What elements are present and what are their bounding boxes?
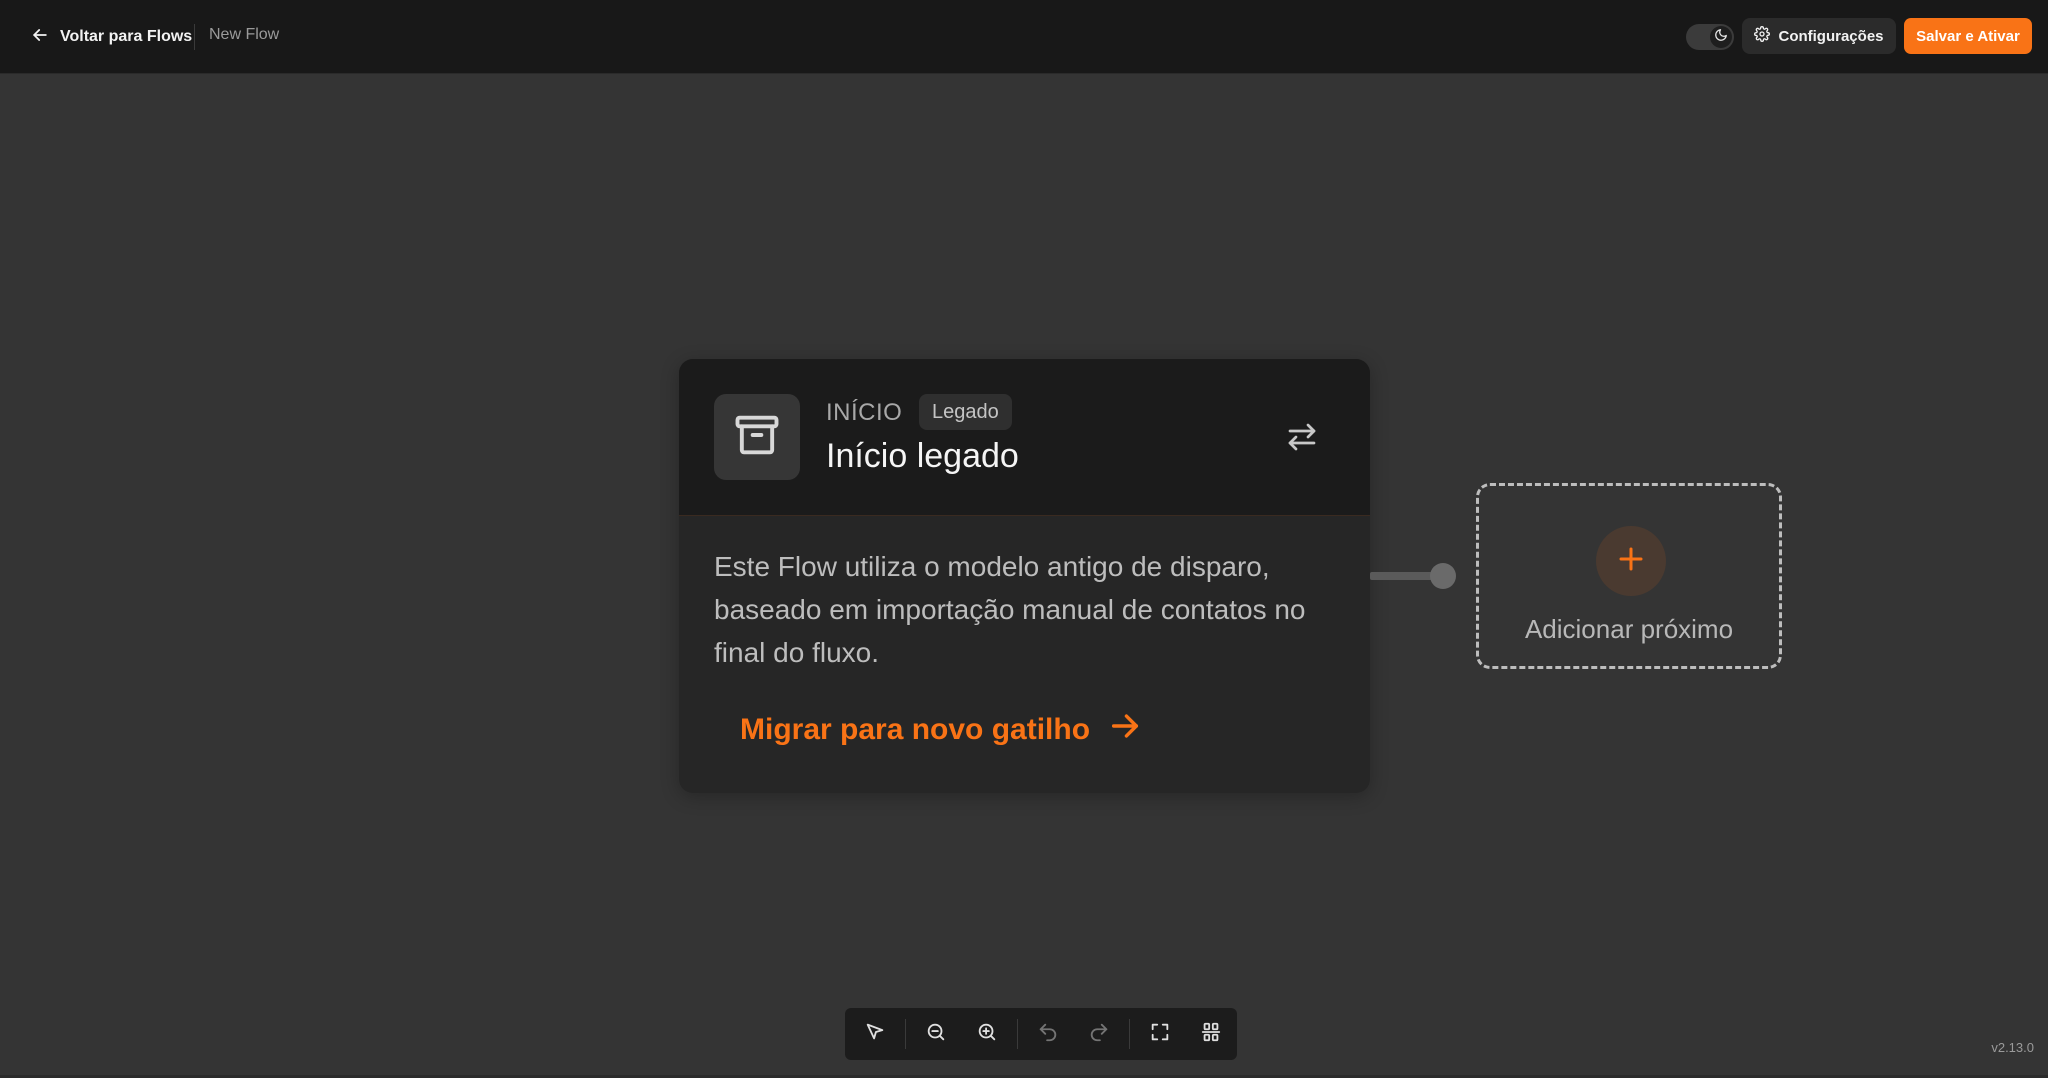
flow-name: New Flow (209, 26, 280, 43)
undo-icon (1037, 1021, 1059, 1048)
toolbar-separator (905, 1019, 906, 1049)
node-description: Este Flow utiliza o modelo antigo de dis… (714, 551, 1306, 668)
add-next-node-placeholder[interactable]: Adicionar próximo (1476, 483, 1782, 669)
back-link-label: Voltar para Flows (60, 28, 193, 45)
redo-icon (1088, 1021, 1110, 1048)
auto-layout-button[interactable] (1190, 1013, 1232, 1055)
header-divider (194, 24, 195, 50)
back-to-flows-link[interactable]: Voltar para Flows (30, 22, 192, 52)
theme-toggle[interactable] (1686, 24, 1734, 50)
add-next-label: Adicionar próximo (1524, 614, 1734, 644)
node-header: INÍCIO Legado Início legado (679, 359, 1370, 516)
cursor-icon (864, 1021, 886, 1048)
flow-editor: Voltar para Flows New Flow Configurações… (0, 0, 2048, 1078)
gear-icon (1754, 26, 1771, 46)
archive-icon (731, 409, 783, 466)
toolbar-separator (1129, 1019, 1130, 1049)
legacy-start-node[interactable]: INÍCIO Legado Início legado Este Flow ut… (679, 359, 1370, 793)
zoom-out-button[interactable] (915, 1013, 957, 1055)
select-tool-button[interactable] (854, 1013, 896, 1055)
output-handle[interactable] (1430, 563, 1456, 589)
app-version: v2.13.0 (1991, 1040, 2034, 1055)
add-circle (1596, 526, 1666, 596)
zoom-in-button[interactable] (966, 1013, 1008, 1055)
top-bar: Voltar para Flows New Flow Configurações… (0, 0, 2048, 74)
zoom-out-icon (925, 1021, 947, 1048)
toolbar-separator (1017, 1019, 1018, 1049)
settings-button-label: Configurações (1778, 27, 1884, 45)
plus-icon (1616, 544, 1646, 579)
undo-button[interactable] (1027, 1013, 1069, 1055)
theme-toggle-knob (1710, 26, 1732, 48)
swap-trigger-icon[interactable] (1284, 419, 1320, 455)
settings-button[interactable]: Configurações (1742, 18, 1896, 54)
migrate-link-label: Migrar para novo gatilho (740, 713, 1091, 746)
save-and-activate-button[interactable]: Salvar e Ativar (1904, 18, 2032, 54)
fit-view-button[interactable] (1139, 1013, 1181, 1055)
arrow-left-icon (30, 25, 50, 50)
zoom-in-icon (976, 1021, 998, 1048)
legacy-badge: Legado (919, 394, 1012, 430)
redo-button[interactable] (1078, 1013, 1120, 1055)
canvas-toolbar (845, 1008, 1237, 1060)
fit-view-icon (1149, 1021, 1171, 1048)
node-title: Início legado (826, 437, 1019, 475)
node-kicker: INÍCIO (826, 399, 903, 426)
moon-icon (1714, 28, 1728, 47)
auto-layout-icon (1200, 1021, 1222, 1048)
migrate-trigger-link[interactable]: Migrar para novo gatilho (740, 709, 1142, 751)
arrow-right-icon (1108, 709, 1142, 751)
node-icon-tile (714, 394, 800, 480)
